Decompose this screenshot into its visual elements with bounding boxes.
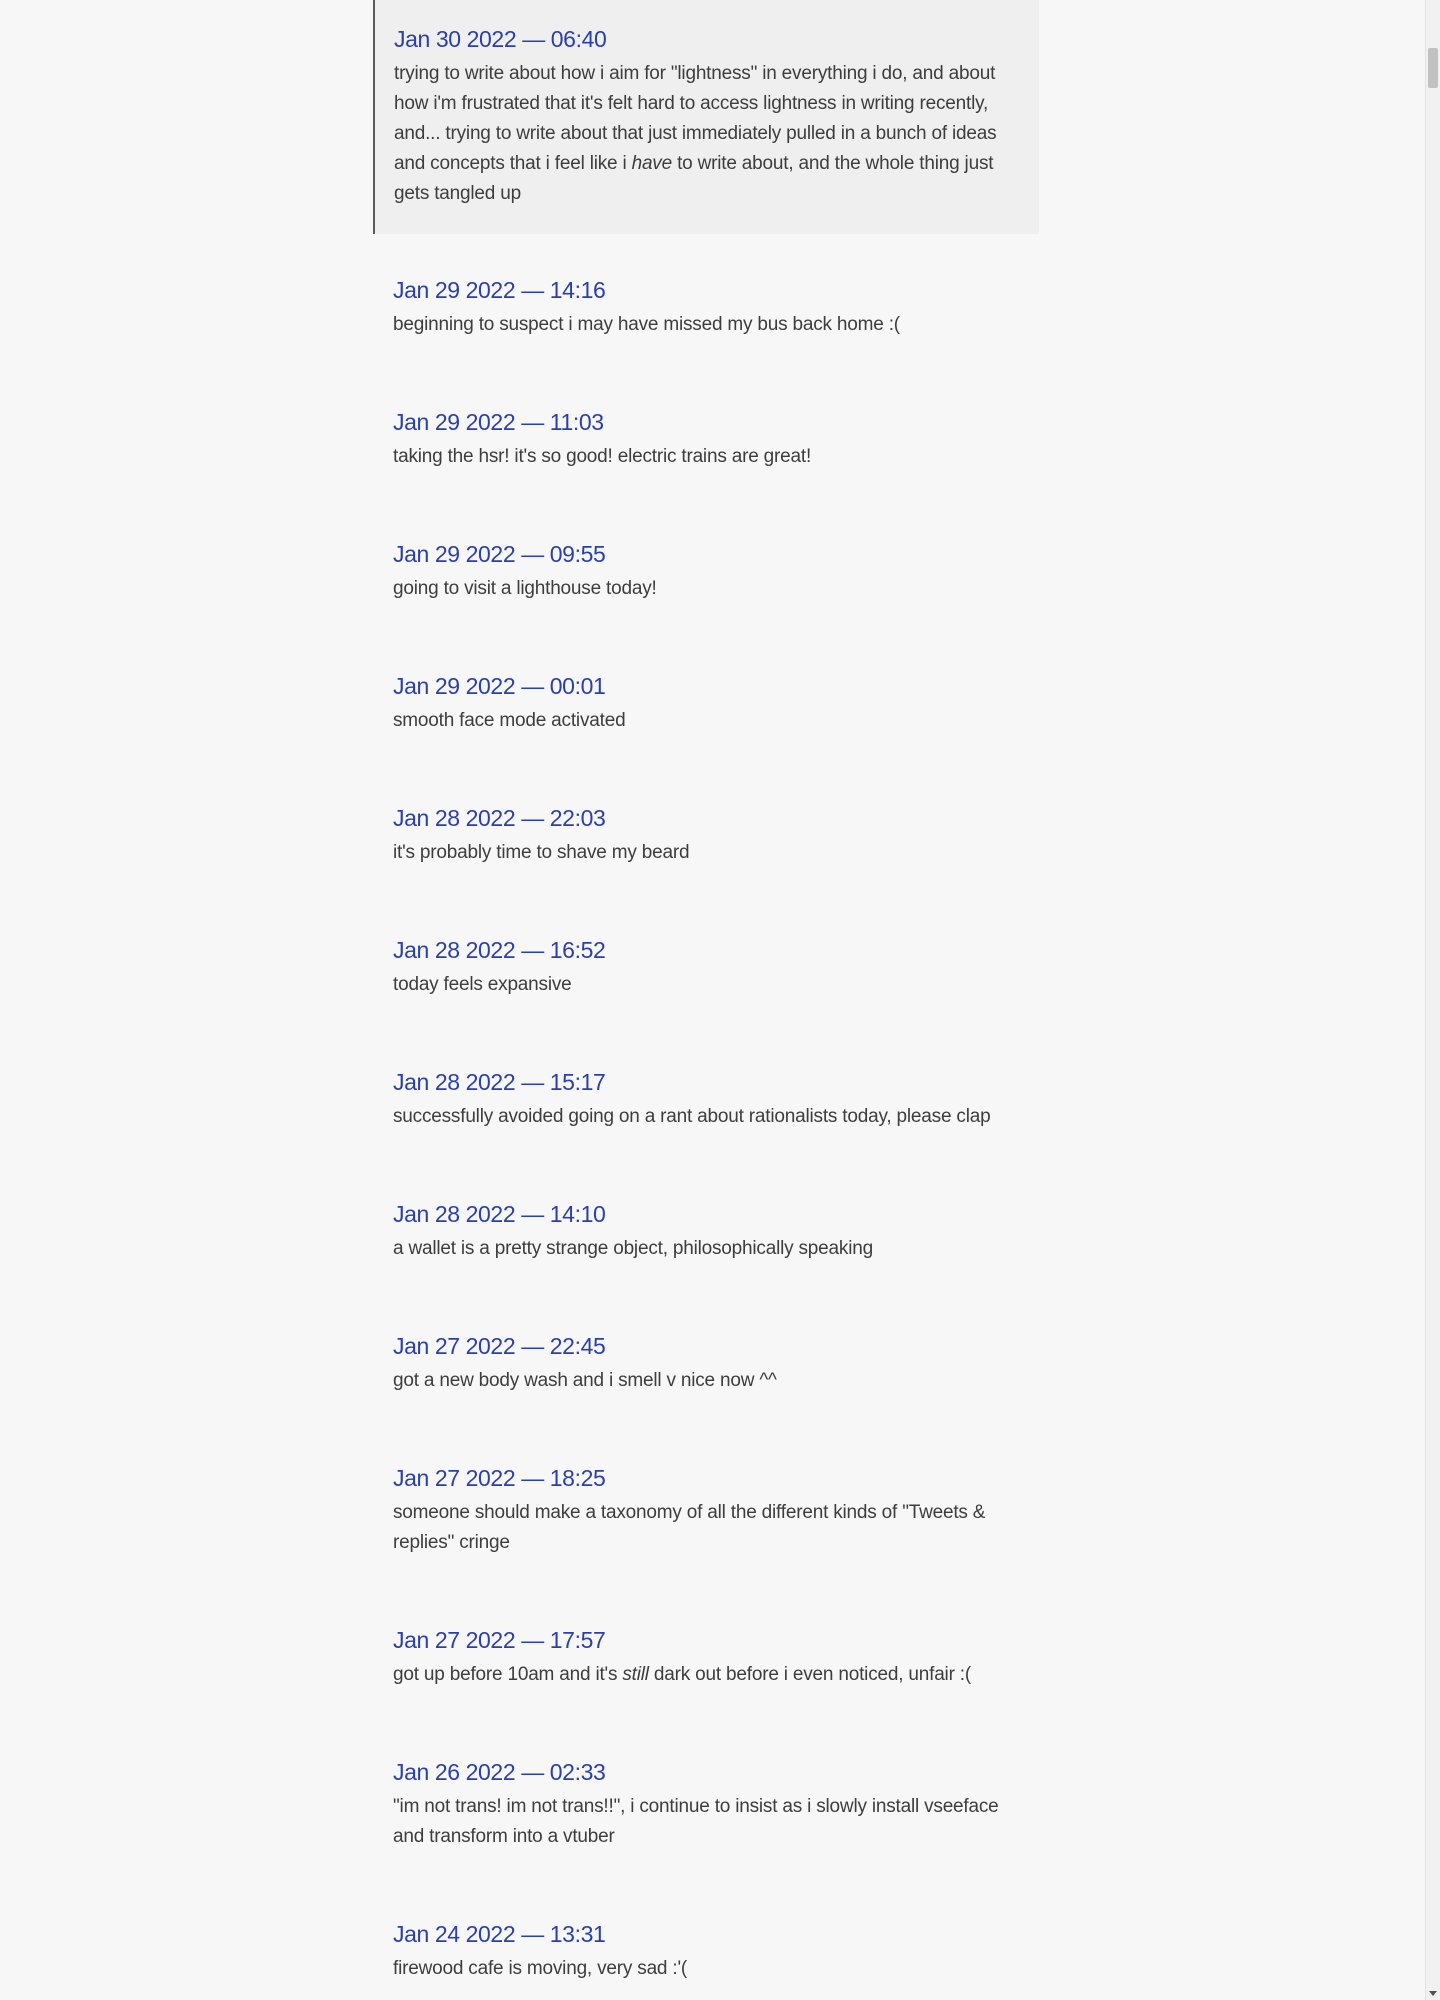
feed-entry: Jan 29 2022 — 00:01 smooth face mode act… bbox=[373, 672, 1039, 736]
entry-timestamp-link[interactable]: Jan 27 2022 — 17:57 bbox=[393, 1626, 1019, 1654]
feed-entry: Jan 29 2022 — 09:55 going to visit a lig… bbox=[373, 540, 1039, 604]
vertical-scrollbar[interactable] bbox=[1425, 0, 1440, 2000]
feed-entry: Jan 27 2022 — 18:25 someone should make … bbox=[373, 1464, 1039, 1558]
entry-timestamp-link[interactable]: Jan 30 2022 — 06:40 bbox=[394, 25, 1019, 53]
emphasis: still bbox=[622, 1664, 649, 1685]
feed-entry: Jan 26 2022 — 02:33 "im not trans! im no… bbox=[373, 1758, 1039, 1852]
entry-timestamp-link[interactable]: Jan 28 2022 — 22:03 bbox=[393, 804, 1019, 832]
scrollbar-thumb[interactable] bbox=[1428, 48, 1438, 88]
entry-timestamp-link[interactable]: Jan 28 2022 — 14:10 bbox=[393, 1200, 1019, 1228]
entry-timestamp-link[interactable]: Jan 27 2022 — 22:45 bbox=[393, 1332, 1019, 1360]
entry-text: a wallet is a pretty strange object, phi… bbox=[393, 1238, 873, 1259]
entry-text: "im not trans! im not trans!!", i contin… bbox=[393, 1796, 999, 1847]
entry-text: got up before 10am and it's still dark o… bbox=[393, 1664, 971, 1685]
entry-timestamp-link[interactable]: Jan 28 2022 — 16:52 bbox=[393, 936, 1019, 964]
feed-entry: Jan 28 2022 — 15:17 successfully avoided… bbox=[373, 1068, 1039, 1132]
entry-text: firewood cafe is moving, very sad :'( bbox=[393, 1958, 688, 1979]
scroll-down-arrow-icon[interactable] bbox=[1429, 1991, 1437, 1996]
entry-timestamp-link[interactable]: Jan 29 2022 — 14:16 bbox=[393, 276, 1019, 304]
entry-text: trying to write about how i aim for "lig… bbox=[394, 63, 997, 204]
entry-text: beginning to suspect i may have missed m… bbox=[393, 314, 900, 335]
entry-timestamp-link[interactable]: Jan 29 2022 — 09:55 bbox=[393, 540, 1019, 568]
entry-text: today feels expansive bbox=[393, 974, 572, 995]
entry-text: successfully avoided going on a rant abo… bbox=[393, 1106, 991, 1127]
feed-entry: Jan 28 2022 — 22:03 it's probably time t… bbox=[373, 804, 1039, 868]
entry-timestamp-link[interactable]: Jan 29 2022 — 11:03 bbox=[393, 408, 1019, 436]
entry-timestamp-link[interactable]: Jan 24 2022 — 13:31 bbox=[393, 1920, 1019, 1948]
entry-timestamp-link[interactable]: Jan 29 2022 — 00:01 bbox=[393, 672, 1019, 700]
emphasis: have bbox=[631, 153, 673, 174]
entry-timestamp-link[interactable]: Jan 26 2022 — 02:33 bbox=[393, 1758, 1019, 1786]
entry-timestamp-link[interactable]: Jan 28 2022 — 15:17 bbox=[393, 1068, 1019, 1096]
feed-entry: Jan 27 2022 — 22:45 got a new body wash … bbox=[373, 1332, 1039, 1396]
entry-text: taking the hsr! it's so good! electric t… bbox=[393, 446, 812, 467]
status-feed: Jan 30 2022 — 06:40 trying to write abou… bbox=[373, 0, 1039, 1984]
feed-entry: Jan 29 2022 — 11:03 taking the hsr! it's… bbox=[373, 408, 1039, 472]
feed-entry: Jan 27 2022 — 17:57 got up before 10am a… bbox=[373, 1626, 1039, 1690]
entry-text: someone should make a taxonomy of all th… bbox=[393, 1502, 986, 1553]
feed-entry: Jan 28 2022 — 14:10 a wallet is a pretty… bbox=[373, 1200, 1039, 1264]
feed-entry: Jan 30 2022 — 06:40 trying to write abou… bbox=[373, 0, 1039, 234]
feed-entry: Jan 24 2022 — 13:31 firewood cafe is mov… bbox=[373, 1920, 1039, 1984]
entry-text: it's probably time to shave my beard bbox=[393, 842, 690, 863]
entry-timestamp-link[interactable]: Jan 27 2022 — 18:25 bbox=[393, 1464, 1019, 1492]
entry-text: going to visit a lighthouse today! bbox=[393, 578, 657, 599]
entry-text: smooth face mode activated bbox=[393, 710, 626, 731]
feed-entry: Jan 28 2022 — 16:52 today feels expansiv… bbox=[373, 936, 1039, 1000]
entry-text: got a new body wash and i smell v nice n… bbox=[393, 1370, 777, 1391]
feed-entry: Jan 29 2022 — 14:16 beginning to suspect… bbox=[373, 276, 1039, 340]
